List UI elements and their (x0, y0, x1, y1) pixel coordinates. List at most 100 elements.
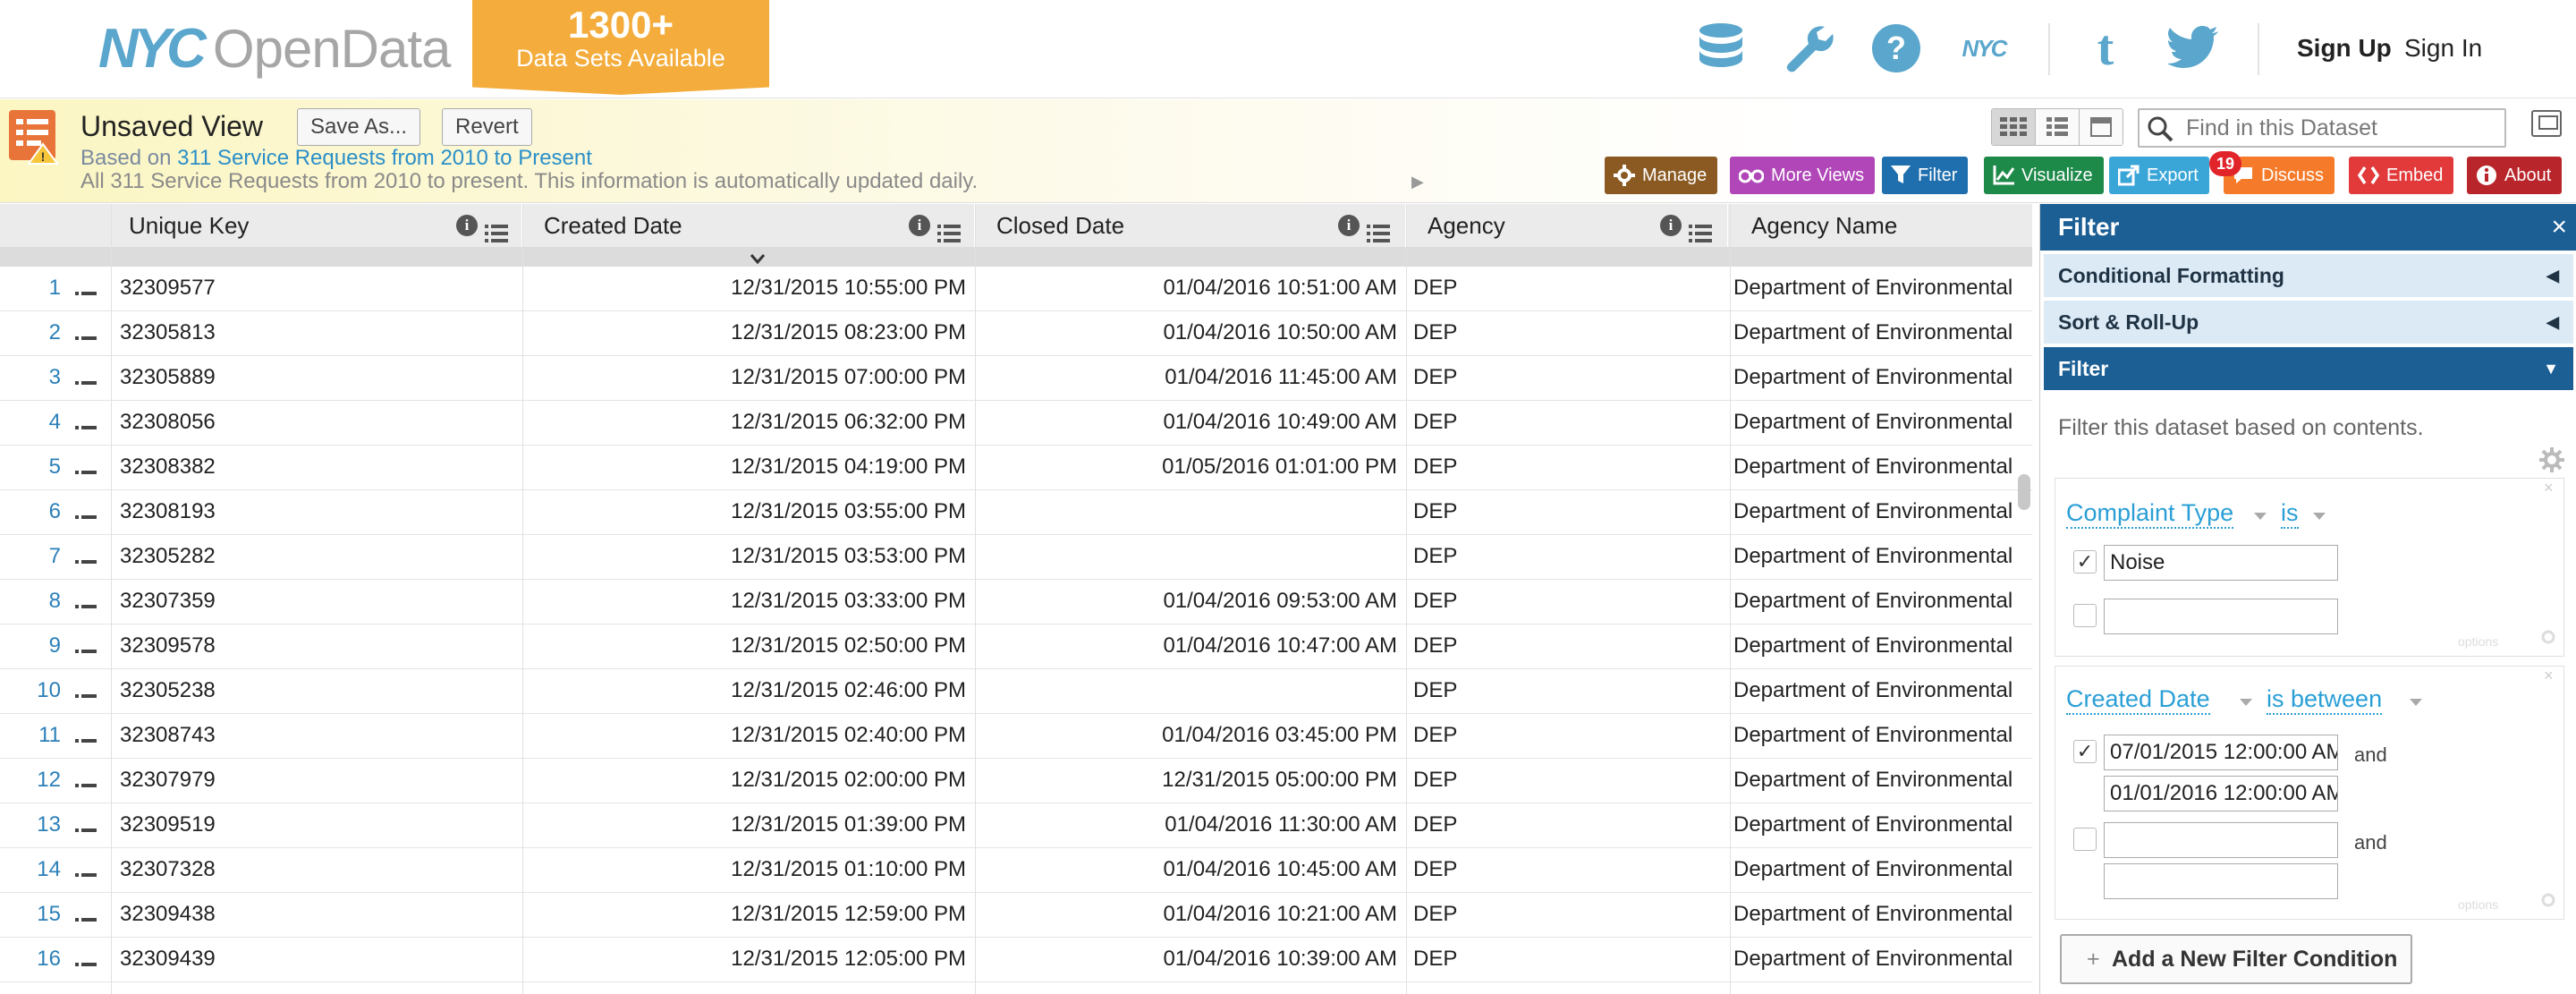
row-menu-icon[interactable] (75, 952, 97, 968)
page-view-icon[interactable] (2080, 109, 2123, 145)
cell-unique-key[interactable]: 32309578 (120, 624, 513, 669)
database-icon[interactable] (1694, 21, 1748, 75)
range-checkbox[interactable] (2073, 828, 2097, 851)
filter-button[interactable]: Filter (1882, 157, 1969, 194)
table-row[interactable]: 16 32309439 12/31/2015 12:05:00 PM 01/04/20… (0, 938, 2032, 982)
cell-unique-key[interactable]: 32309577 (120, 267, 513, 311)
cell-created-date[interactable]: 12/31/2015 06:32:00 PM (528, 401, 966, 446)
more-views-button[interactable]: More Views (1730, 157, 1876, 194)
close-icon[interactable]: × (2551, 204, 2567, 251)
cell-agency[interactable]: DEP (1413, 580, 1717, 624)
cell-unique-key[interactable]: 32309519 (120, 803, 513, 848)
cell-agency-name[interactable]: Department of Environmental Protection (1733, 893, 2012, 938)
cell-agency[interactable]: DEP (1413, 714, 1717, 759)
table-row[interactable]: 14 32307328 12/31/2015 01:10:00 PM 01/04/20… (0, 848, 2032, 893)
cell-created-date[interactable]: 12/31/2015 03:55:00 PM (528, 490, 966, 535)
cell-created-date[interactable]: 12/31/2015 02:50:00 PM (528, 624, 966, 669)
row-number[interactable]: 16 (0, 938, 64, 982)
cell-unique-key[interactable]: 32305813 (120, 311, 513, 356)
column-header-unique-key[interactable]: Unique Key i (113, 204, 522, 247)
datasets-ribbon[interactable]: 1300+ Data Sets Available (472, 0, 769, 95)
cell-unique-key[interactable]: 32309439 (120, 938, 513, 982)
cell-created-date[interactable]: 12/31/2015 04:19:00 PM (528, 446, 966, 490)
cell-agency[interactable]: DEP (1413, 535, 1717, 580)
range-start-input[interactable] (2104, 822, 2338, 858)
wrench-icon[interactable] (1782, 21, 1835, 75)
info-icon[interactable]: i (1660, 215, 1682, 236)
row-number[interactable]: 12 (0, 759, 64, 803)
cell-agency-name[interactable]: Department of Environmental Protection (1733, 446, 2012, 490)
remove-condition-icon[interactable]: × (2544, 479, 2554, 497)
cell-closed-date[interactable]: 01/04/2016 11:45:00 AM (980, 356, 1397, 401)
save-as-button[interactable]: Save As... (297, 108, 421, 146)
cell-closed-date[interactable]: 01/04/2016 10:21:00 AM (980, 893, 1397, 938)
dropdown-caret-icon[interactable] (2240, 699, 2252, 706)
cell-agency[interactable]: DEP (1413, 759, 1717, 803)
table-row[interactable]: 6 32308193 12/31/2015 03:55:00 PM DEP Depart… (0, 490, 2032, 535)
cell-agency-name[interactable]: Department of Environmental Protection (1733, 401, 2012, 446)
cell-agency-name[interactable]: Department of Environmental Protection (1733, 535, 2012, 580)
column-header-created-date[interactable]: Created Date i (528, 204, 975, 247)
cell-created-date[interactable]: 12/31/2015 03:53:00 PM (528, 535, 966, 580)
cell-created-date[interactable]: 12/31/2015 12:05:00 PM (528, 938, 966, 982)
sort-rollup-section[interactable]: Sort & Roll-Up ◀ (2044, 301, 2573, 344)
row-number[interactable]: 11 (0, 714, 64, 759)
cell-closed-date[interactable]: 01/04/2016 10:45:00 AM (980, 848, 1397, 893)
cell-closed-date[interactable] (980, 535, 1397, 580)
table-row[interactable]: 5 32308382 12/31/2015 04:19:00 PM 01/05/201… (0, 446, 2032, 490)
info-icon[interactable]: i (1338, 215, 1360, 236)
remove-condition-icon[interactable]: × (2544, 667, 2554, 685)
revert-button[interactable]: Revert (442, 108, 532, 146)
table-row[interactable]: 2 32305813 12/31/2015 08:23:00 PM 01/04/201… (0, 311, 2032, 356)
info-icon[interactable]: i (909, 215, 930, 236)
cell-created-date[interactable]: 12/31/2015 02:46:00 PM (528, 669, 966, 714)
cell-created-date[interactable]: 12/31/2015 02:40:00 PM (528, 714, 966, 759)
cell-unique-key[interactable]: 32305282 (120, 535, 513, 580)
tumblr-icon[interactable]: t (2079, 21, 2132, 76)
cell-agency-name[interactable]: Department of Environmental Protection (1733, 490, 2012, 535)
cell-unique-key[interactable]: 32308193 (120, 490, 513, 535)
cell-closed-date[interactable] (980, 669, 1397, 714)
cell-closed-date[interactable]: 01/04/2016 10:47:00 AM (980, 624, 1397, 669)
cell-agency-name[interactable]: Department of Environmental Protection (1733, 267, 2012, 311)
add-filter-condition-button[interactable]: + Add a New Filter Condition (2060, 934, 2412, 984)
row-number[interactable]: 14 (0, 848, 64, 893)
range-checkbox[interactable]: ✓ (2073, 740, 2097, 763)
cell-agency[interactable]: DEP (1413, 490, 1717, 535)
cell-agency[interactable]: DEP (1413, 267, 1717, 311)
cell-agency[interactable]: DEP (1413, 938, 1717, 982)
column-header-agency-name[interactable]: Agency Name (1735, 204, 2032, 247)
find-in-dataset-input[interactable]: Find in this Dataset (2138, 108, 2506, 148)
cell-created-date[interactable]: 12/31/2015 01:10:00 PM (528, 848, 966, 893)
dropdown-caret-icon[interactable] (2313, 513, 2326, 520)
column-header-closed-date[interactable]: Closed Date i (980, 204, 1406, 247)
vertical-scrollbar[interactable] (2018, 474, 2030, 510)
cell-closed-date[interactable]: 01/04/2016 10:49:00 AM (980, 401, 1397, 446)
row-menu-icon[interactable] (75, 907, 97, 923)
table-row[interactable]: 10 32305238 12/31/2015 02:46:00 PM DEP Depar… (0, 669, 2032, 714)
filter-column-select[interactable]: Created Date (2066, 684, 2210, 715)
options-link[interactable]: options (2458, 634, 2498, 649)
table-row[interactable]: 15 32309438 12/31/2015 12:59:00 PM 01/04/20… (0, 893, 2032, 938)
fullscreen-icon[interactable] (2531, 110, 2562, 137)
cell-unique-key[interactable]: 32305238 (120, 669, 513, 714)
row-number[interactable]: 3 (0, 356, 64, 401)
table-row[interactable]: 4 32308056 12/31/2015 06:32:00 PM 01/04/201… (0, 401, 2032, 446)
filter-column-select[interactable]: Complaint Type (2066, 498, 2234, 529)
row-menu-icon[interactable] (75, 370, 97, 387)
row-menu-icon[interactable] (75, 460, 97, 476)
cell-agency-name[interactable]: Department of Environmental Protection (1733, 311, 2012, 356)
about-button[interactable]: About (2467, 157, 2563, 194)
row-menu-icon[interactable] (75, 684, 97, 700)
row-menu-icon[interactable] (75, 818, 97, 834)
row-number[interactable]: 2 (0, 311, 64, 356)
cell-agency[interactable]: DEP (1413, 624, 1717, 669)
cell-unique-key[interactable]: 32309438 (120, 893, 513, 938)
filter-operator-select[interactable]: is (2281, 498, 2299, 529)
row-number[interactable]: 6 (0, 490, 64, 535)
info-icon[interactable]: i (456, 215, 478, 236)
cell-unique-key[interactable]: 32308743 (120, 714, 513, 759)
cell-closed-date[interactable]: 01/04/2016 10:50:00 AM (980, 311, 1397, 356)
cell-created-date[interactable]: 12/31/2015 01:39:00 PM (528, 803, 966, 848)
row-menu-icon[interactable] (75, 505, 97, 521)
